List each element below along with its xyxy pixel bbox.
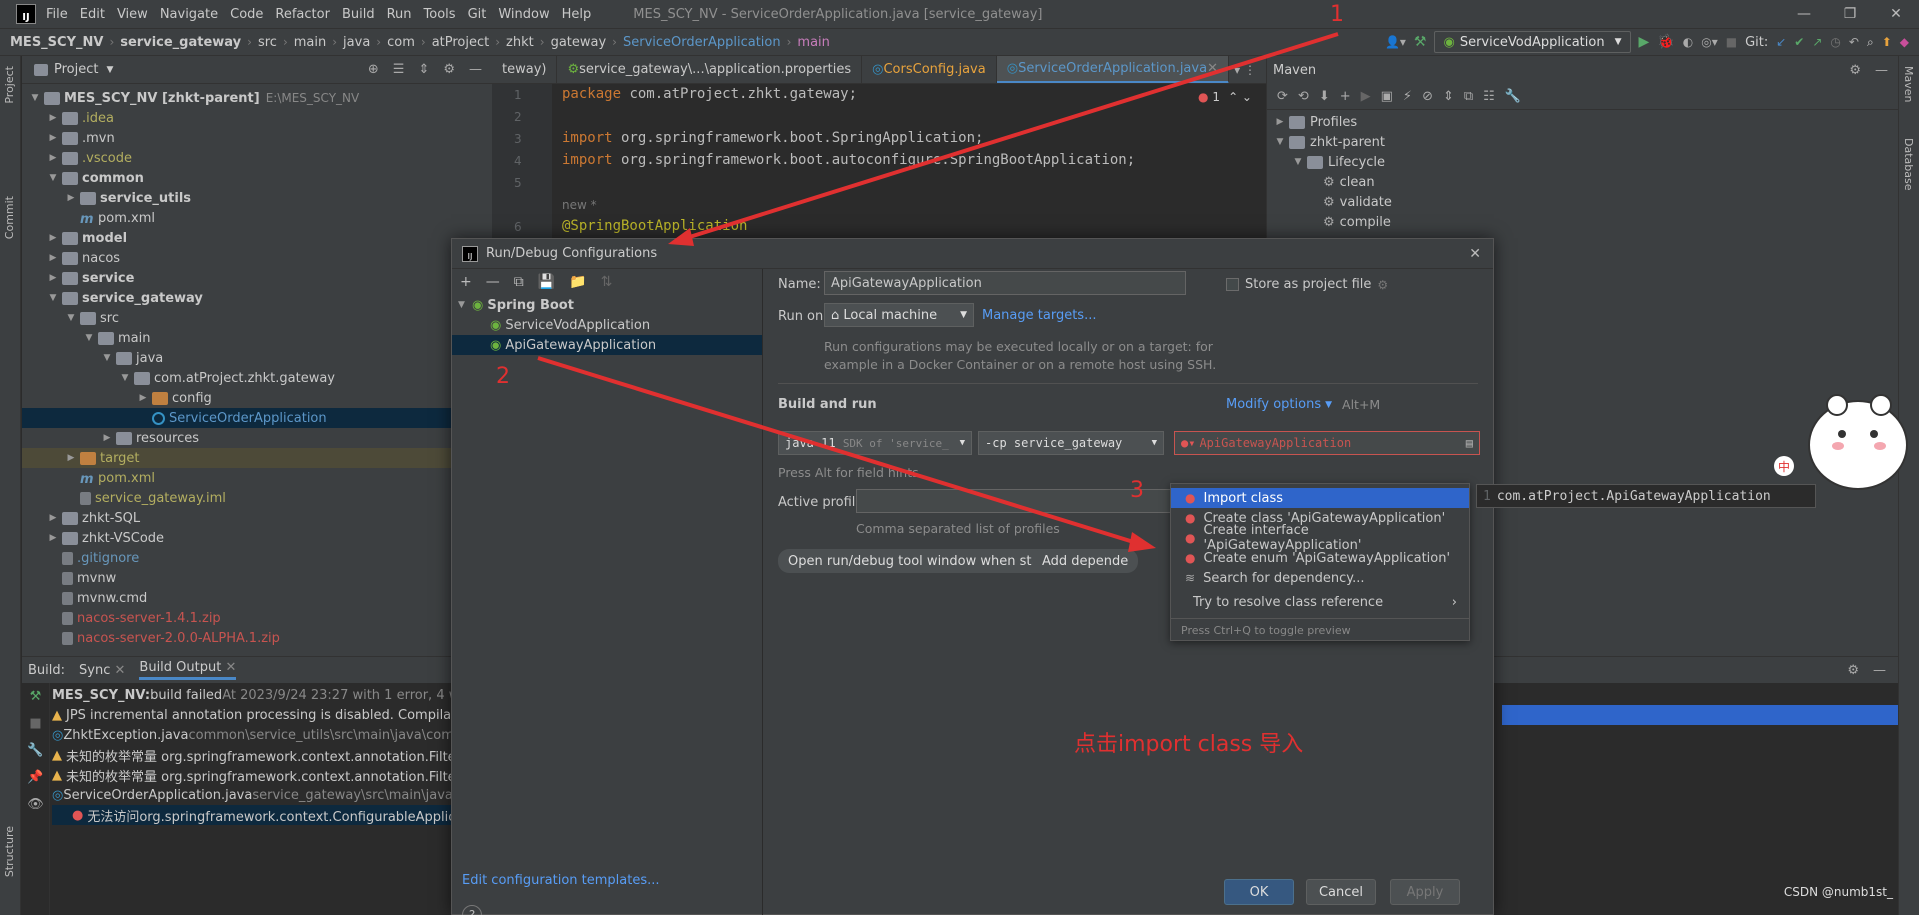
watermark: CSDN @numb1st_	[1783, 885, 1893, 899]
arrow-2-head	[1128, 532, 1156, 552]
bear-sticker	[1798, 390, 1916, 500]
annotation-number-1: 1	[1330, 2, 1344, 27]
ime-indicator: 中	[1774, 456, 1794, 476]
arrow-2	[537, 356, 1141, 546]
arrow-1-head	[668, 228, 694, 246]
annotation-number-3: 3	[1130, 478, 1144, 503]
annotation-note: 点击import class 导入	[1074, 732, 1304, 757]
annotation-number-2: 2	[496, 364, 510, 389]
annotation-arrows	[537, 32, 1339, 552]
arrow-1	[679, 32, 1339, 242]
